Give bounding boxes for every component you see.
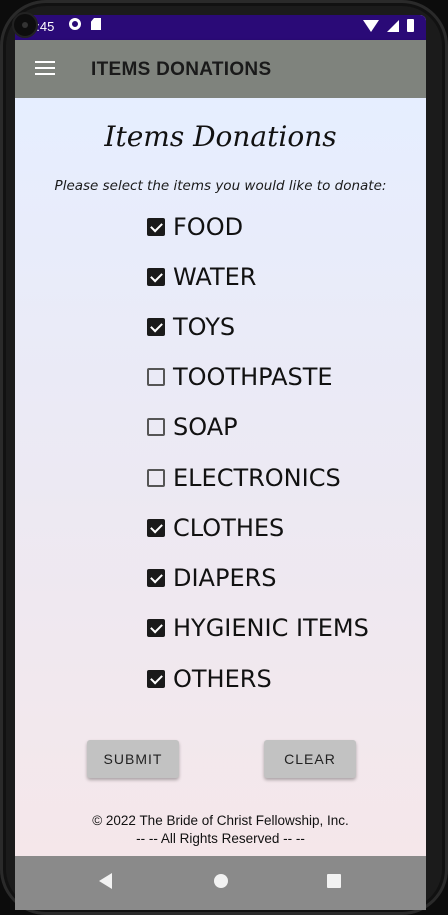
home-icon[interactable]: [214, 874, 228, 888]
checkbox-row-clothes[interactable]: CLOTHES: [147, 508, 284, 548]
checkbox-row-toothpaste[interactable]: TOOTHPASTE: [147, 357, 333, 397]
back-icon[interactable]: [99, 873, 112, 889]
status-bar: 4:45: [15, 15, 426, 40]
checkbox-toys[interactable]: [147, 318, 165, 336]
checkbox-label-water: WATER: [173, 263, 257, 291]
checkbox-label-hygienic-items: HYGIENIC ITEMS: [173, 614, 369, 642]
app-bar-title: ITEMS DONATIONS: [91, 59, 272, 80]
clear-button[interactable]: CLEAR: [264, 740, 356, 778]
system-nav-bar: [15, 856, 426, 910]
checkbox-row-water[interactable]: WATER: [147, 257, 256, 297]
main-content: Items Donations Please select the items …: [15, 98, 426, 856]
checkbox-label-diapers: DIAPERS: [173, 564, 277, 592]
recent-apps-icon[interactable]: [327, 874, 341, 888]
checkbox-label-toothpaste: TOOTHPASTE: [173, 363, 333, 391]
checkbox-hygienic-items[interactable]: [147, 619, 165, 637]
settings-gear-icon: [69, 18, 81, 30]
checkbox-row-food[interactable]: FOOD: [147, 207, 243, 247]
battery-icon: [407, 19, 414, 32]
checkbox-toothpaste[interactable]: [147, 368, 165, 386]
checkbox-row-hygienic-items[interactable]: HYGIENIC ITEMS: [147, 608, 369, 648]
checkbox-label-clothes: CLOTHES: [173, 514, 285, 542]
page-heading: Items Donations: [104, 120, 337, 153]
checkbox-water[interactable]: [147, 268, 165, 286]
checkbox-soap[interactable]: [147, 418, 165, 436]
checkbox-clothes[interactable]: [147, 519, 165, 537]
checkbox-label-toys: TOYS: [173, 313, 236, 341]
cell-signal-icon: [387, 19, 399, 32]
instruction-text: Please select the items you would like t…: [54, 178, 387, 194]
status-icons-right: [363, 19, 414, 32]
checkbox-others[interactable]: [147, 670, 165, 688]
checkbox-label-food: FOOD: [173, 213, 244, 241]
wifi-icon: [363, 19, 379, 32]
checkbox-row-soap[interactable]: SOAP: [147, 407, 238, 447]
hamburger-menu-icon[interactable]: [35, 60, 55, 76]
checkbox-row-diapers[interactable]: DIAPERS: [147, 558, 277, 598]
checkbox-row-toys[interactable]: TOYS: [147, 307, 235, 347]
submit-button[interactable]: SUBMIT: [87, 740, 179, 778]
checkbox-label-soap: SOAP: [173, 413, 238, 441]
checkbox-electronics[interactable]: [147, 469, 165, 487]
checkbox-row-others[interactable]: OTHERS: [147, 659, 272, 699]
checkbox-label-electronics: ELECTRONICS: [173, 464, 341, 492]
app-bar: ITEMS DONATIONS: [15, 40, 426, 98]
status-icons-left: [69, 18, 101, 30]
checkbox-diapers[interactable]: [147, 569, 165, 587]
screen: 4:45 ITEMS DONATIONS Items Donations Ple…: [15, 15, 426, 910]
checkbox-food[interactable]: [147, 218, 165, 236]
checkbox-label-others: OTHERS: [173, 665, 272, 693]
footer-rights: -- -- All Rights Reserved -- --: [136, 831, 305, 846]
footer-copyright: © 2022 The Bride of Christ Fellowship, I…: [92, 813, 349, 828]
footer: © 2022 The Bride of Christ Fellowship, I…: [15, 812, 426, 848]
front-camera: [12, 12, 38, 38]
checkbox-row-electronics[interactable]: ELECTRONICS: [147, 458, 341, 498]
sd-card-icon: [91, 18, 101, 30]
